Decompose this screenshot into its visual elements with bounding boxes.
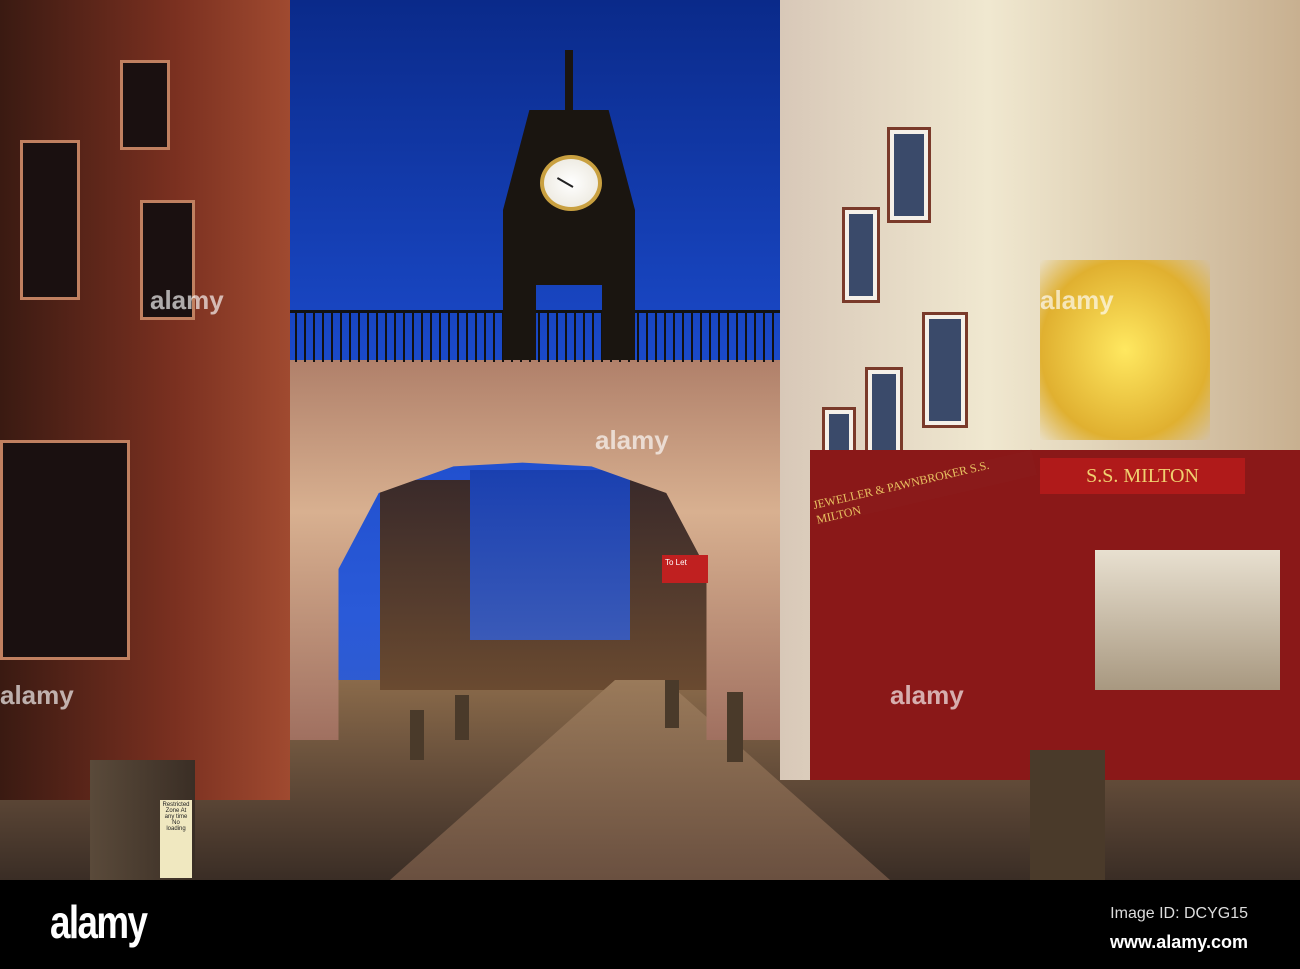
watermark: alamy [0, 680, 74, 710]
bollard [455, 695, 469, 740]
to-let-sign: To Let [662, 555, 708, 583]
bollard [1030, 750, 1105, 880]
sky-through-arch [470, 470, 630, 640]
alamy-logo: alamy [50, 896, 148, 948]
watermark: alamy [890, 680, 964, 710]
weather-vane [565, 50, 573, 115]
shop-sign: S.S. MILTON [1040, 458, 1245, 494]
watermark: alamy [595, 425, 669, 455]
clock-face [540, 155, 602, 211]
restricted-zone-sign: Restricted Zone At any time No loading [160, 800, 192, 878]
bollard [727, 692, 743, 762]
watermark: alamy [1040, 285, 1114, 315]
photo-eastgate-clock: S.S. MILTON JEWELLER & PAWNBROKER S.S. M… [0, 0, 1300, 880]
bollard [665, 680, 679, 728]
site-url: www.alamy.com [1109, 932, 1248, 952]
bollard [410, 710, 424, 760]
image-id: Image ID: DCYG15 [1110, 905, 1248, 922]
shop-window [1095, 550, 1280, 690]
watermark: alamy [150, 285, 224, 315]
